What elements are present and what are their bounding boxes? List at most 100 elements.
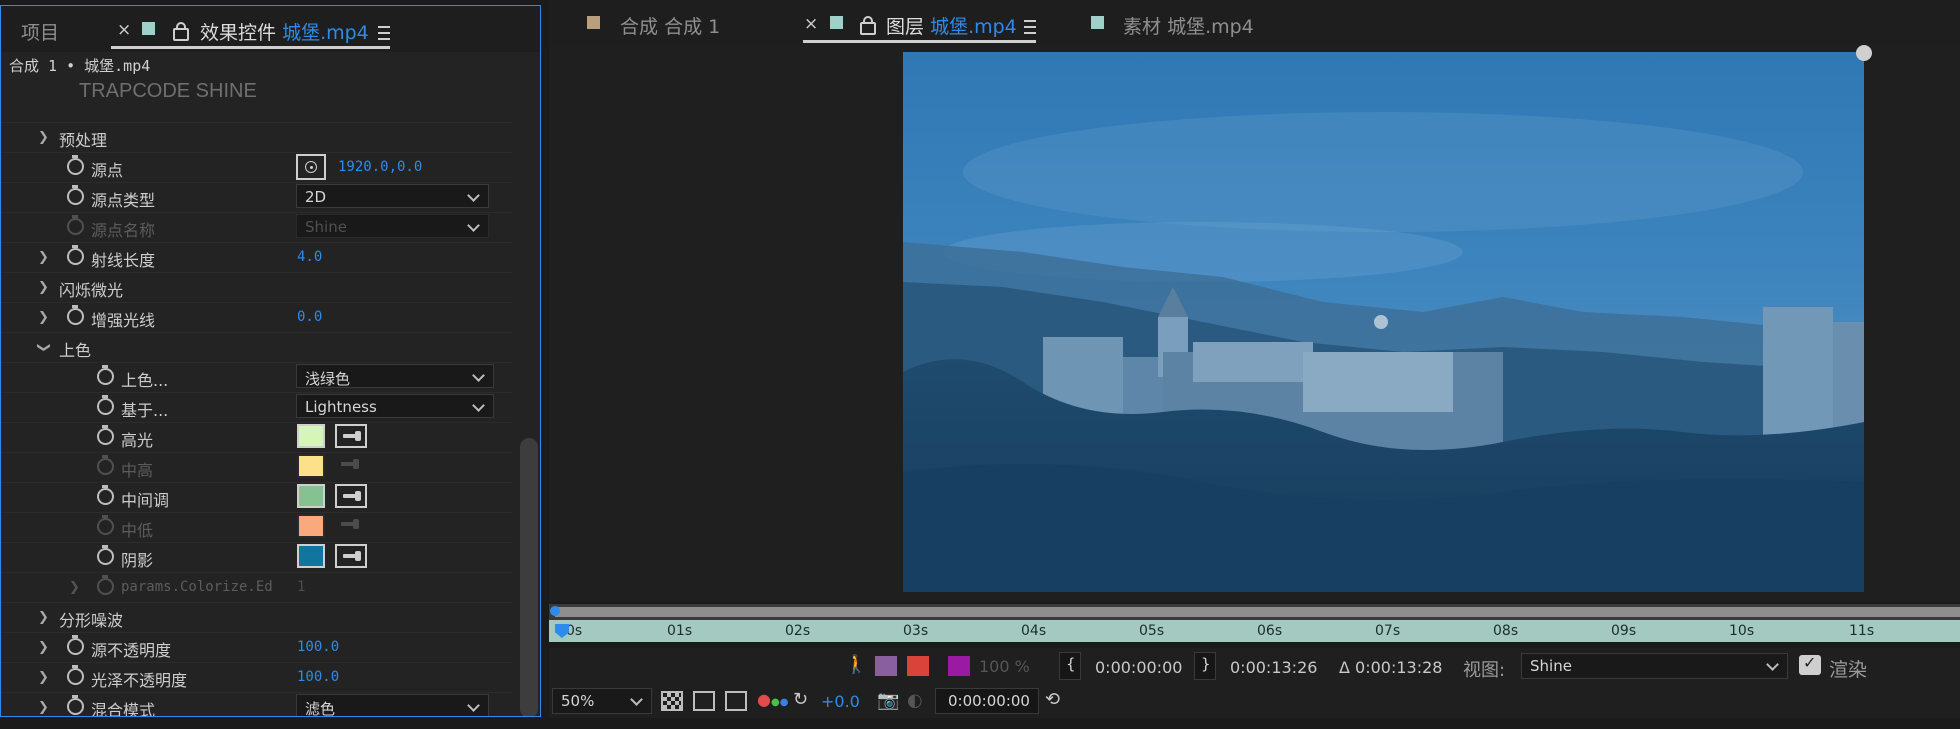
guides-grid-icon[interactable] <box>725 691 747 711</box>
group-colorize[interactable]: ❯ 上色 <box>1 332 513 363</box>
chevron-right-icon[interactable]: ❯ <box>38 640 49 655</box>
viewer-tab-bar: 合成 合成 1 × 图层 城堡.mp4 素材 城堡.mp4 <box>549 0 1960 46</box>
lock-icon[interactable] <box>860 16 876 35</box>
close-icon[interactable]: × <box>804 14 818 34</box>
prop-label: 中低 <box>121 521 154 540</box>
stopwatch-icon[interactable] <box>97 395 114 415</box>
rgb-channels-icon[interactable]: ●●● <box>757 690 788 709</box>
chevron-right-icon[interactable]: ❯ <box>38 670 49 685</box>
timeline-tick-bar[interactable]: 0s 01s 02s 03s 04s 05s 06s 07s 08s 09s 1… <box>549 620 1960 642</box>
group-label: 上色 <box>59 341 92 360</box>
tab-composition[interactable]: 合成 合成 1 <box>620 12 720 39</box>
tick-label: 08s <box>1493 623 1519 639</box>
scrollbar-thumb[interactable] <box>520 438 538 716</box>
group-shimmer[interactable]: ❯ 闪烁微光 <box>1 272 513 303</box>
stopwatch-icon[interactable] <box>97 545 114 565</box>
source-type-dropdown[interactable]: 2D <box>296 184 489 208</box>
transparency-grid-icon[interactable] <box>661 691 683 711</box>
base-on-dropdown[interactable]: Lightness <box>296 394 494 418</box>
breadcrumb: 合成 1 • 城堡.mp4 <box>9 57 151 75</box>
shadows-color-swatch[interactable] <box>297 544 325 568</box>
tab-layer[interactable]: 图层 城堡.mp4 <box>886 12 1017 39</box>
color-swatch-icon[interactable] <box>948 656 970 676</box>
camera-snapshot-icon[interactable]: 📷 <box>877 690 899 711</box>
chevron-down-icon[interactable]: ❯ <box>36 342 51 353</box>
eyedropper-icon <box>335 454 367 478</box>
walk-icon[interactable]: 🚶 <box>845 654 867 675</box>
tab-project[interactable]: 项目 <box>21 18 59 45</box>
crosshair-target-icon[interactable] <box>296 154 326 180</box>
work-area-bar[interactable] <box>555 607 1960 617</box>
prop-label: 光泽不透明度 <box>91 671 188 690</box>
source-point-handle[interactable] <box>1856 45 1872 61</box>
group-fractal-noise[interactable]: ❯ 分形噪波 <box>1 602 513 633</box>
current-time-field[interactable]: 0:00:00:00 <box>935 688 1039 714</box>
chevron-right-icon[interactable]: ❯ <box>38 130 49 145</box>
reset-exposure-icon[interactable]: ⟲ <box>1045 689 1060 710</box>
chevron-right-icon[interactable]: ❯ <box>38 250 49 265</box>
prop-midtones: 中间调 <box>1 482 513 513</box>
stopwatch-icon[interactable] <box>67 185 84 205</box>
colorize-mode-dropdown[interactable]: 浅绿色 <box>296 364 494 388</box>
exposure-reset-icon[interactable]: ↻ <box>793 689 808 710</box>
onion-skin-icon[interactable] <box>875 656 897 676</box>
stopwatch-icon[interactable] <box>97 425 114 445</box>
panel-menu-icon[interactable] <box>378 26 390 40</box>
chevron-right-icon: ❯ <box>69 580 80 595</box>
tab-footage[interactable]: 素材 城堡.mp4 <box>1123 12 1254 39</box>
tab-effect-controls[interactable]: 效果控件 城堡.mp4 <box>200 18 369 45</box>
prop-boost-light: ❯ 增强光线 0.0 <box>1 302 513 333</box>
in-time[interactable]: 0:00:00:00 <box>1095 658 1182 677</box>
chevron-right-icon[interactable]: ❯ <box>38 310 49 325</box>
tick-label: 03s <box>903 623 929 639</box>
shine-opacity-value[interactable]: 100.0 <box>297 669 339 685</box>
chevron-right-icon[interactable]: ❯ <box>38 610 49 625</box>
prop-label: 中高 <box>121 461 154 480</box>
castle-image <box>903 52 1864 592</box>
stopwatch-icon[interactable] <box>67 245 84 265</box>
panel-menu-icon[interactable] <box>1024 20 1036 34</box>
eyedropper-icon[interactable] <box>335 544 367 568</box>
video-frame[interactable] <box>903 52 1864 592</box>
prop-highlights: 高光 <box>1 422 513 453</box>
stopwatch-icon[interactable] <box>67 695 84 715</box>
set-in-icon[interactable]: { <box>1059 652 1081 680</box>
region-of-interest-icon[interactable] <box>693 691 715 711</box>
close-icon[interactable]: × <box>117 20 131 40</box>
ray-length-value[interactable]: 4.0 <box>297 249 322 265</box>
rotoscope-icon[interactable] <box>907 656 929 676</box>
mid-high-color-swatch <box>297 454 325 478</box>
group-preprocess[interactable]: ❯ 预处理 <box>1 122 513 153</box>
midtones-color-swatch[interactable] <box>297 484 325 508</box>
stopwatch-icon[interactable] <box>67 305 84 325</box>
stopwatch-icon[interactable] <box>97 485 114 505</box>
stopwatch-icon[interactable] <box>67 155 84 175</box>
view-dropdown[interactable]: Shine <box>1521 653 1788 679</box>
out-time[interactable]: 0:00:13:26 <box>1230 658 1317 677</box>
chevron-right-icon[interactable]: ❯ <box>38 280 49 295</box>
prop-label: 阴影 <box>121 551 154 570</box>
blend-mode-dropdown[interactable]: 滤色 <box>296 694 489 716</box>
work-area-start-handle[interactable] <box>550 606 560 616</box>
set-out-icon[interactable]: } <box>1194 652 1216 680</box>
stopwatch-icon[interactable] <box>67 665 84 685</box>
tab-footage-file: 城堡.mp4 <box>1167 16 1254 38</box>
chevron-right-icon[interactable]: ❯ <box>38 700 49 715</box>
eyedropper-icon[interactable] <box>335 484 367 508</box>
source-opacity-value[interactable]: 100.0 <box>297 639 339 655</box>
tab-effect-controls-file: 城堡.mp4 <box>282 22 369 44</box>
exposure-value[interactable]: +0.0 <box>821 692 860 711</box>
zoom-dropdown[interactable]: 50% <box>552 688 652 714</box>
stopwatch-icon[interactable] <box>67 635 84 655</box>
stopwatch-icon[interactable] <box>97 365 114 385</box>
highlights-color-swatch[interactable] <box>297 424 325 448</box>
prop-source-name: 源点名称 Shine <box>1 212 513 243</box>
prop-label: 源点类型 <box>91 191 156 210</box>
boost-light-value[interactable]: 0.0 <box>297 309 322 325</box>
eyedropper-icon[interactable] <box>335 424 367 448</box>
source-point-value[interactable]: 1920.0,0.0 <box>338 159 422 175</box>
lock-icon[interactable] <box>173 22 189 41</box>
prop-shine-opacity: ❯ 光泽不透明度 100.0 <box>1 662 513 693</box>
prop-blend-mode: ❯ 混合模式 滤色 <box>1 692 513 716</box>
render-checkbox[interactable]: ✓ <box>1799 653 1821 675</box>
